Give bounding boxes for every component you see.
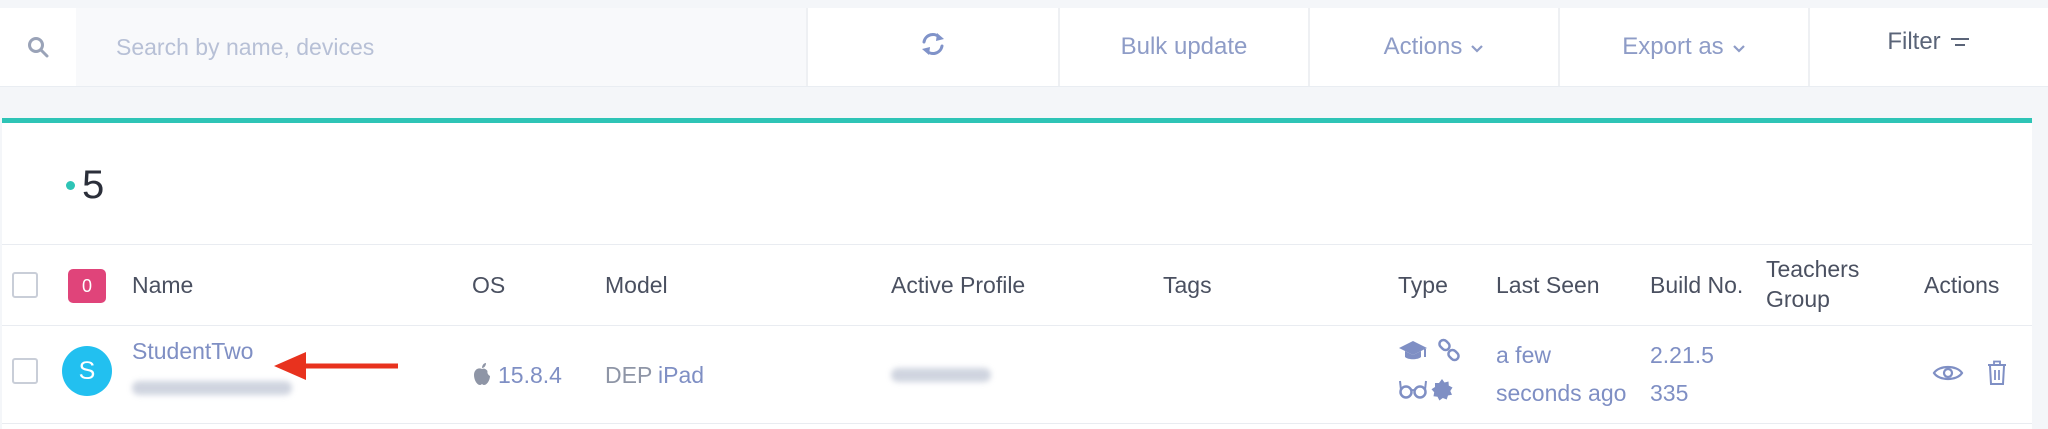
selected-count-badge: 0 (68, 269, 106, 303)
graduation-cap-icon (1398, 339, 1428, 368)
search-input[interactable] (116, 33, 806, 61)
filter-icon (1949, 28, 1971, 56)
export-as-dropdown[interactable]: Export as (1560, 8, 1810, 86)
last-seen-line1: a few (1496, 342, 1551, 368)
chevron-down-icon (1470, 33, 1484, 61)
filter-button[interactable]: Filter (1810, 8, 2048, 86)
search-field-wrap (76, 8, 806, 86)
bulk-update-label: Bulk update (1120, 33, 1248, 60)
table-row[interactable]: S StudentTwo 15.8.4 DEP iPad a few secon… (2, 326, 2032, 424)
column-tags[interactable]: Tags (1163, 270, 1212, 300)
filter-label: Filter (1887, 28, 1941, 55)
row-checkbox[interactable] (12, 358, 38, 384)
link-icon (1436, 338, 1462, 369)
status-dot (66, 181, 75, 190)
column-active-profile[interactable]: Active Profile (891, 270, 1025, 300)
column-actions: Actions (1924, 272, 2000, 298)
refresh-icon (919, 30, 947, 65)
devices-page: Bulk update Actions Export as Filter (0, 0, 2048, 429)
search-bar (0, 8, 808, 86)
build-number-line2: 335 (1650, 380, 1689, 406)
export-as-label: Export as (1622, 33, 1724, 60)
os-version: 15.8.4 (498, 362, 562, 388)
device-count-row: 5 (2, 123, 2032, 244)
table-header: 0 Name OS Model Active Profile Tags Type… (2, 244, 2032, 326)
column-build-no[interactable]: Build No. (1650, 270, 1743, 300)
column-teachers-group[interactable]: Teachers Group (1766, 254, 1859, 314)
eye-icon[interactable] (1932, 362, 1964, 389)
column-teachers-group-line2: Group (1766, 286, 1830, 312)
devices-card: 5 0 Name OS Model Active Profile Tags Ty… (2, 118, 2032, 429)
select-all-checkbox[interactable] (12, 272, 38, 298)
annotation-arrow (274, 352, 398, 380)
badge-icon (1430, 378, 1454, 407)
glasses-icon (1398, 378, 1428, 405)
column-name[interactable]: Name (132, 270, 193, 300)
column-teachers-group-line1: Teachers (1766, 256, 1860, 282)
last-seen-line2: seconds ago (1496, 380, 1627, 406)
column-last-seen[interactable]: Last Seen (1496, 270, 1600, 300)
model-prefix: DEP (605, 362, 653, 388)
device-serial-redacted (132, 381, 292, 395)
column-type[interactable]: Type (1398, 270, 1448, 300)
search-icon (0, 8, 76, 86)
column-os[interactable]: OS (472, 270, 505, 300)
model-name: iPad (658, 362, 705, 388)
actions-label: Actions (1383, 33, 1463, 60)
column-model[interactable]: Model (605, 270, 668, 300)
refresh-button[interactable] (808, 8, 1060, 86)
apple-icon (472, 362, 492, 391)
avatar: S (62, 346, 112, 396)
device-name-link[interactable]: StudentTwo (132, 338, 253, 365)
bulk-update-button[interactable]: Bulk update (1060, 8, 1310, 86)
actions-dropdown[interactable]: Actions (1310, 8, 1560, 86)
build-number-line1: 2.21.5 (1650, 342, 1714, 368)
device-count: 5 (82, 163, 105, 207)
chevron-down-icon (1732, 33, 1746, 61)
active-profile-redacted (891, 368, 991, 382)
toolbar: Bulk update Actions Export as Filter (0, 8, 2048, 86)
trash-icon[interactable] (1986, 360, 2008, 391)
